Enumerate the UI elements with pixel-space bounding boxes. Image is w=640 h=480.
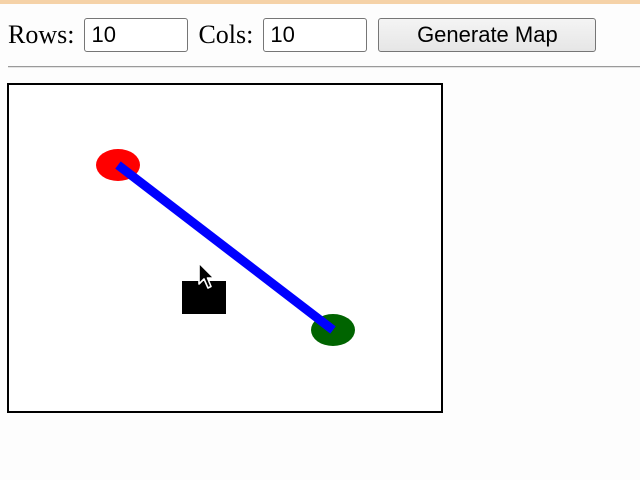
cols-input[interactable]	[263, 18, 368, 52]
obstacle-block	[182, 281, 226, 314]
rows-label: Rows:	[8, 20, 75, 49]
cols-label: Cols:	[198, 20, 254, 49]
map-drawing	[96, 149, 355, 346]
map-controls: Rows: Cols: Generate Map	[8, 16, 597, 54]
rows-input[interactable]	[84, 18, 189, 52]
divider	[8, 66, 640, 68]
map-canvas[interactable]	[7, 83, 443, 413]
window-top-strip	[0, 0, 640, 4]
generate-map-button[interactable]: Generate Map	[378, 18, 597, 52]
